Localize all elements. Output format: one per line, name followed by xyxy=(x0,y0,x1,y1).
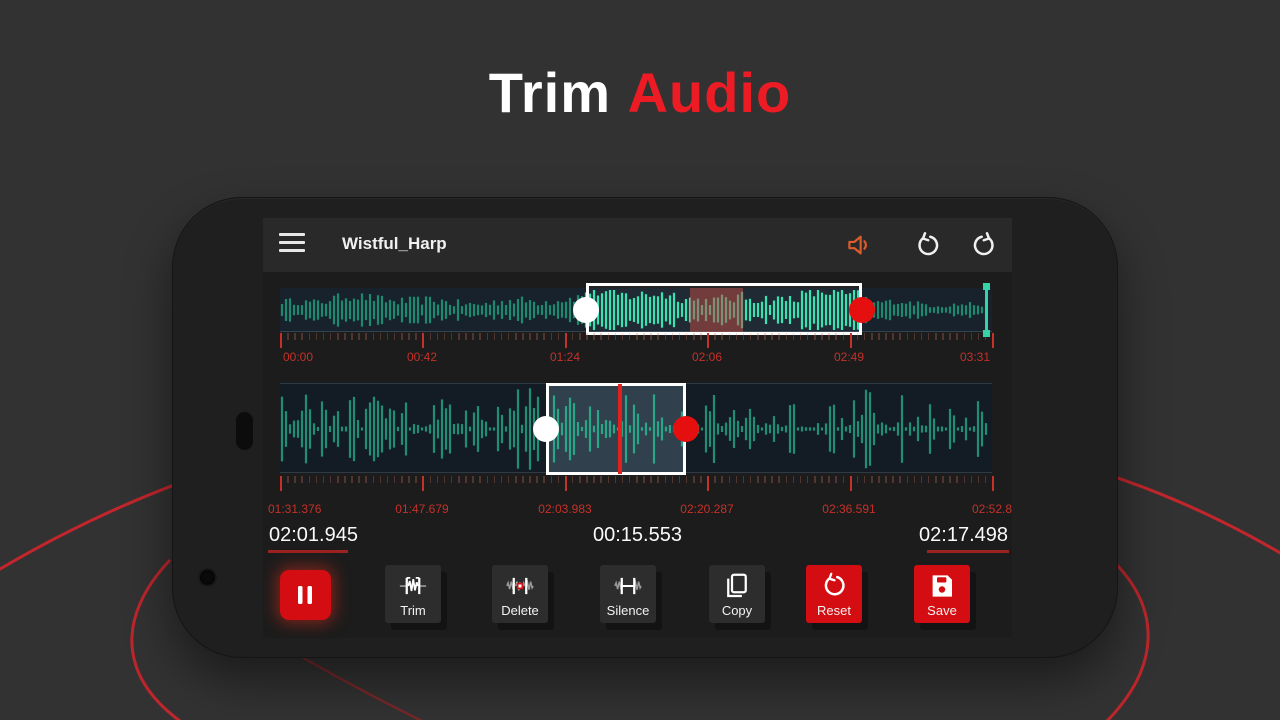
timeline-label: 02:49 xyxy=(834,350,864,364)
selection-end-time: 02:17.498 xyxy=(919,524,1008,547)
timeline-label: 02:03.983 xyxy=(538,502,591,516)
app-screen: Wistful_Harp 00:00 00:42 01:24 02: xyxy=(263,218,1012,638)
copy-button[interactable]: Copy xyxy=(709,565,765,623)
pause-button[interactable] xyxy=(280,570,331,620)
silence-button[interactable]: Silence xyxy=(600,565,656,623)
timeline-label: 00:42 xyxy=(407,350,437,364)
selection-end-handle[interactable] xyxy=(849,297,875,323)
trim-button[interactable]: Trim xyxy=(385,565,441,623)
menu-icon[interactable] xyxy=(279,233,305,257)
full-waveform-panel[interactable] xyxy=(280,288,992,332)
zoom-timeline-ticks xyxy=(280,476,992,494)
copy-button-label: Copy xyxy=(709,603,765,618)
page-title: Trim Audio xyxy=(0,60,1280,125)
end-time-underline xyxy=(927,550,1009,553)
timeline-label: 00:00 xyxy=(283,350,313,364)
save-button-label: Save xyxy=(914,603,970,618)
volume-icon[interactable] xyxy=(845,230,875,260)
timeline-label: 02:06 xyxy=(692,350,722,364)
trim-waveform-icon xyxy=(398,571,428,601)
selection-times-row: 02:01.945 00:15.553 02:17.498 xyxy=(263,524,1012,552)
silence-waveform-icon xyxy=(613,571,643,601)
zoom-timeline-labels: 01:31.376 01:47.679 02:03.983 02:20.287 … xyxy=(280,502,992,517)
timeline-label: 02:20.287 xyxy=(680,502,733,516)
silence-button-label: Silence xyxy=(600,603,656,618)
timeline-label: 02:52.8 xyxy=(972,502,1012,516)
file-name-title: Wistful_Harp xyxy=(342,234,447,254)
zoom-waveform-panel[interactable] xyxy=(280,383,992,473)
redo-icon[interactable] xyxy=(969,230,999,260)
playhead[interactable] xyxy=(618,384,622,474)
timeline-label: 01:24 xyxy=(550,350,580,364)
zoom-selection-start-handle[interactable] xyxy=(533,416,559,442)
start-time-underline xyxy=(268,550,348,553)
page: Trim Audio Wistful_Harp xyxy=(0,0,1280,720)
zoom-selection-end-handle[interactable] xyxy=(673,416,699,442)
trim-button-label: Trim xyxy=(385,603,441,618)
delete-waveform-icon xyxy=(505,571,535,601)
timeline-label: 01:47.679 xyxy=(395,502,448,516)
selection-duration: 00:15.553 xyxy=(263,524,1012,547)
phone-camera xyxy=(200,570,215,585)
reset-icon xyxy=(819,571,849,601)
page-title-white: Trim xyxy=(489,61,611,124)
page-title-red: Audio xyxy=(628,61,792,124)
selection-start-handle[interactable] xyxy=(573,297,599,323)
copy-icon xyxy=(722,571,752,601)
phone-speaker xyxy=(236,412,253,450)
save-icon xyxy=(927,571,957,601)
view-end-marker[interactable] xyxy=(985,286,988,334)
pause-icon xyxy=(293,583,317,607)
zoom-waveform xyxy=(280,384,992,472)
save-button[interactable]: Save xyxy=(914,565,970,623)
timeline-label: 03:31 xyxy=(960,350,990,364)
delete-button-label: Delete xyxy=(492,603,548,618)
timeline-label: 02:36.591 xyxy=(822,502,875,516)
full-timeline-labels: 00:00 00:42 01:24 02:06 02:49 03:31 xyxy=(280,350,992,365)
app-header: Wistful_Harp xyxy=(263,218,1012,272)
full-selection-box[interactable] xyxy=(586,283,862,335)
delete-button[interactable]: Delete xyxy=(492,565,548,623)
reset-button-label: Reset xyxy=(806,603,862,618)
timeline-label: 01:31.376 xyxy=(268,502,321,516)
full-timeline-ticks xyxy=(280,333,992,351)
undo-icon[interactable] xyxy=(913,230,943,260)
reset-button[interactable]: Reset xyxy=(806,565,862,623)
